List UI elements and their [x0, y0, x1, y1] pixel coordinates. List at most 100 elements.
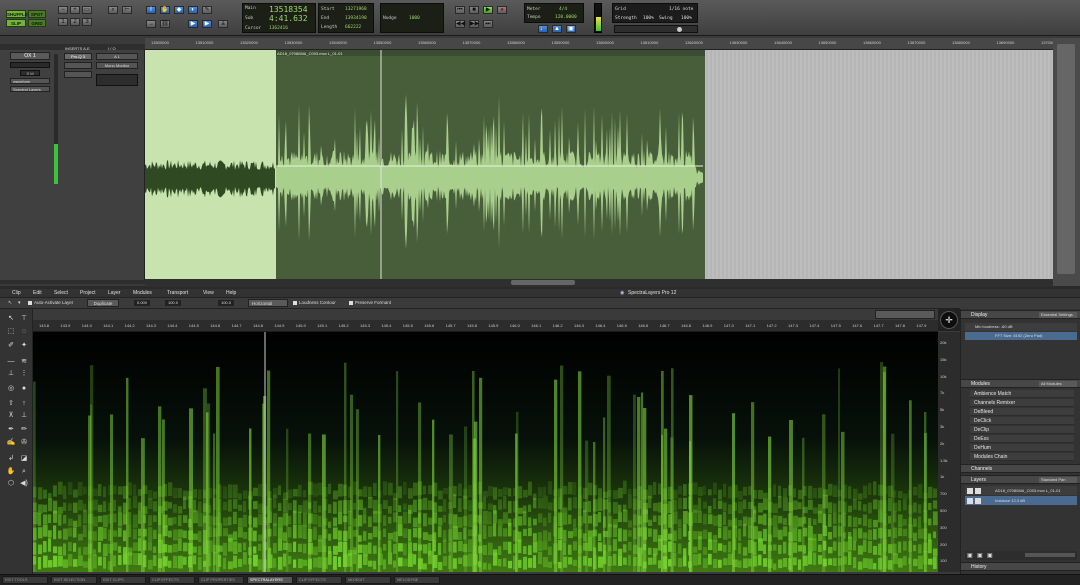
pencil-tool-icon[interactable]: ✏	[19, 425, 29, 434]
go-to-end-icon[interactable]: ⏭	[483, 20, 493, 28]
color-tool-icon[interactable]: ◪	[19, 454, 29, 463]
track-playlist-area[interactable]: AD18_070808AI_C003.mov L_01-01	[145, 50, 1053, 279]
channels-header[interactable]: Channels	[961, 464, 1080, 473]
insert-plugin[interactable]: Pro-Q 3	[64, 53, 92, 60]
magic-wand-icon[interactable]: ✦	[19, 341, 29, 350]
erase-tool-icon[interactable]: ⊥	[19, 411, 29, 420]
pencil-tool-icon[interactable]: ✎	[202, 6, 212, 14]
record-icon[interactable]: ●	[497, 6, 507, 14]
loudness-contour-checkbox[interactable]	[293, 301, 297, 305]
menu-project[interactable]: Project	[80, 290, 96, 296]
value-field-2[interactable]: 100.0	[165, 300, 181, 306]
target-icon[interactable]: ◎	[6, 384, 16, 393]
volume-pan-box[interactable]	[96, 74, 138, 86]
frequency-tool-icon[interactable]: ⊥	[6, 369, 16, 378]
link-selection-icon[interactable]: ⛓	[160, 20, 170, 28]
overview-bar[interactable]	[33, 309, 938, 320]
harmonic-tool-icon[interactable]: ≋	[19, 357, 29, 366]
menu-view[interactable]: View	[203, 290, 214, 296]
select-tool-icon[interactable]: ↖	[6, 314, 16, 323]
menu-clip[interactable]: Clip	[12, 290, 21, 296]
module-item[interactable]: DeBleed	[970, 408, 1074, 416]
zoom-out-icon[interactable]: −	[58, 6, 68, 14]
layers-header[interactable]: Layers Standard Pan	[961, 475, 1080, 484]
spectral-time-ruler[interactable]: 143.8 143.9 144.0 144.1 144.2 144.3 144.4 144.5…	[33, 320, 938, 332]
rect-select-icon[interactable]: ⬚	[6, 327, 16, 336]
sub-counter[interactable]: 4:41.632	[269, 14, 308, 23]
keyboard-focus-icon[interactable]: a	[218, 20, 228, 28]
menu-help[interactable]: Help	[226, 290, 236, 296]
module-item[interactable]: Modules Chain	[970, 453, 1074, 461]
time-select-icon[interactable]: ⊤	[19, 314, 29, 323]
retouch-tool-icon[interactable]: ↲	[6, 454, 16, 463]
track-state[interactable]: Spectral Layers	[10, 86, 50, 92]
scrubber-tool-icon[interactable]: ◐	[188, 6, 198, 14]
layer-row-instance[interactable]: Instance 12.3 dB	[965, 496, 1077, 505]
clone-tool-icon[interactable]: ⇧	[6, 399, 16, 408]
pen-tool-icon[interactable]: ✒	[6, 425, 16, 434]
tab-to-transient-icon[interactable]: →	[146, 20, 156, 28]
rewind-icon[interactable]: ◀◀	[455, 20, 465, 28]
duplicate-dropdown[interactable]: Duplicate	[87, 299, 119, 307]
brush-select-icon[interactable]: ✐	[6, 341, 16, 350]
module-item[interactable]: DeEss	[970, 435, 1074, 443]
menu-transport[interactable]: Transport	[167, 290, 188, 296]
horizontal-dropdown[interactable]: Horizontal	[248, 299, 288, 307]
navigator-widget[interactable]: ✛	[938, 309, 960, 331]
io-input[interactable]: Mono Monitor	[96, 62, 138, 69]
mode-grid-button[interactable]: GRID	[28, 19, 46, 27]
solo-mute-buttons[interactable]: S M	[20, 70, 40, 76]
waveform-display[interactable]	[145, 50, 1053, 279]
bottom-tab[interactable]: EDIT CLIPS	[100, 576, 146, 584]
layer-add-icon[interactable]: ▣	[967, 552, 973, 559]
line-tool-icon[interactable]: —	[6, 357, 16, 366]
play-icon[interactable]: ▶	[483, 6, 493, 14]
end-value[interactable]: 13934190	[345, 16, 367, 21]
metronome-icon[interactable]: ▲	[552, 25, 562, 33]
bottom-tab[interactable]: CLIP PROPERTIES	[198, 576, 244, 584]
navigator-crosshair-icon[interactable]: ✛	[940, 311, 958, 329]
zoom-tool-icon[interactable]: ⌕	[19, 467, 29, 476]
smudge-tool-icon[interactable]: ✍	[6, 438, 16, 447]
menu-modules[interactable]: Modules	[133, 290, 152, 296]
timeline-ruler[interactable]: 13500000 13510000 13520000 13530000 13540000…	[145, 38, 1059, 50]
layer-visibility-icon[interactable]	[967, 488, 973, 494]
layer-lock-icon[interactable]	[975, 498, 981, 504]
cast-tool-icon[interactable]: ⊼	[6, 411, 16, 420]
bottom-tab[interactable]: SPECTRALAYERS	[247, 576, 293, 584]
zoom-preset-2[interactable]: 2	[70, 18, 80, 26]
history-header[interactable]: History	[961, 562, 1080, 571]
grid-slider-handle[interactable]	[677, 27, 682, 32]
pointer-icon[interactable]: ↖	[8, 300, 12, 306]
stop-icon[interactable]: ■	[469, 6, 479, 14]
display-row-fft[interactable]: FFT Size: 8192 (Zero Pad)	[965, 332, 1077, 340]
zoom-fit-icon[interactable]: ▭	[82, 6, 92, 14]
track-name[interactable]: OX 1	[10, 52, 50, 60]
module-item[interactable]: Channels Remixer	[970, 399, 1074, 407]
module-item[interactable]: DeHum	[970, 444, 1074, 452]
main-counter[interactable]: 13518354	[269, 5, 308, 14]
swing-value[interactable]: 100%	[681, 16, 692, 21]
mode-slip-button[interactable]: SLIP	[6, 19, 26, 27]
hand-tool-icon[interactable]: ✋	[6, 467, 16, 476]
mode-spot-button[interactable]: SPOT	[28, 10, 46, 18]
spectrogram-graphic[interactable]	[33, 332, 938, 572]
bottom-tab[interactable]: EDIT TOOLS	[2, 576, 48, 584]
display-header[interactable]: Display Essential Settings	[961, 310, 1080, 319]
io-output[interactable]: A 1	[96, 53, 138, 60]
layer-delete-icon[interactable]: ▣	[987, 552, 993, 559]
conductor-icon[interactable]: ♩	[538, 25, 548, 33]
go-to-start-icon[interactable]: ⏮	[455, 6, 465, 14]
strength-value[interactable]: 100%	[643, 16, 654, 21]
module-item[interactable]: Ambience Match	[970, 390, 1074, 398]
grabber-tool-icon[interactable]: ✋	[160, 6, 170, 14]
view-3d-icon[interactable]: ⬡	[6, 479, 16, 488]
layer-zoom-slider[interactable]	[1025, 553, 1075, 557]
selector-tool-icon[interactable]: I	[146, 6, 156, 14]
options-icon[interactable]: ▾	[18, 300, 21, 306]
bottom-tab[interactable]: MIX/EDIT	[345, 576, 391, 584]
zoom-preset-3[interactable]: 3	[82, 18, 92, 26]
grid-slider[interactable]	[614, 25, 698, 33]
zoom-preset-1[interactable]: 1	[58, 18, 68, 26]
channels-preset-dropdown[interactable]: Standard Pan	[1039, 477, 1077, 483]
